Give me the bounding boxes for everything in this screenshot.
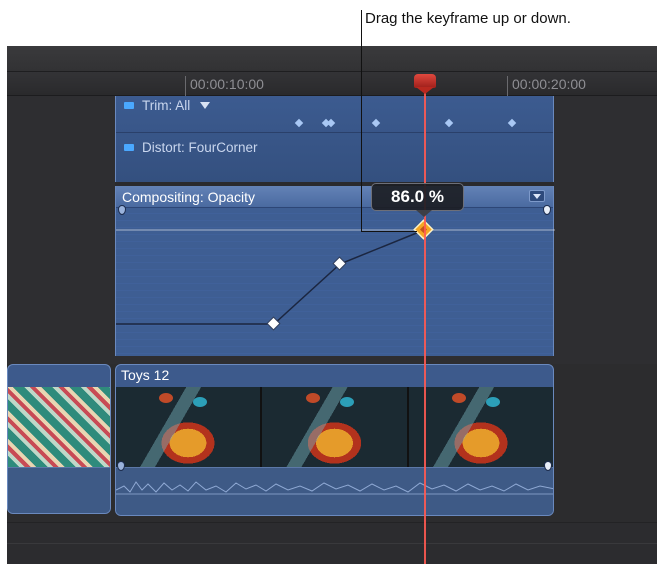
- tooltip-tail: [416, 210, 432, 217]
- filmstrip-frame: [408, 387, 553, 467]
- filmstrip-frame: [262, 387, 407, 467]
- clip-filmstrip: [116, 387, 553, 467]
- keyframe-icon[interactable]: [371, 118, 381, 128]
- keyframe-icon: [266, 316, 281, 331]
- ruler-tick: [185, 76, 186, 96]
- timeline-toolbar: [7, 46, 657, 72]
- clip-thumbnail: [8, 387, 110, 467]
- keyframe-icon[interactable]: [444, 118, 454, 128]
- keyframe-value-tooltip: 86.0 %: [371, 183, 464, 211]
- filmstrip-frame: [116, 387, 261, 467]
- lane-divider: [116, 132, 553, 133]
- callout-leader-line: [361, 231, 417, 232]
- callout-leader-line: [361, 10, 362, 232]
- clip-audio-waveform: [116, 467, 553, 515]
- playhead-icon[interactable]: [414, 74, 436, 88]
- waveform-graphic: [116, 481, 553, 495]
- lane-distort-label: Distort: FourCorner: [142, 140, 258, 155]
- opacity-curve: [116, 219, 555, 331]
- keyframe-icon[interactable]: [294, 118, 304, 128]
- keyframe-icon[interactable]: [326, 118, 336, 128]
- lane-trim-label: Trim: All: [142, 98, 191, 113]
- clip-previous[interactable]: [7, 364, 111, 514]
- playhead-tip: [416, 87, 434, 94]
- clip-audio-waveform: [8, 467, 110, 513]
- track-divider: [7, 543, 657, 544]
- opacity-lane: Compositing: Opacity: [115, 186, 555, 356]
- timeline-ruler[interactable]: 00:00:10:00 00:00:20:00: [7, 72, 657, 96]
- lane-color-icon: [124, 102, 134, 109]
- clip-toys-12[interactable]: Toys 12: [115, 364, 554, 516]
- clip-name: Toys 12: [121, 367, 170, 383]
- ruler-timecode: 00:00:20:00: [512, 76, 586, 92]
- empty-track-row: [7, 522, 657, 564]
- lane-color-icon: [124, 144, 134, 151]
- ruler-timecode: 00:00:10:00: [190, 76, 264, 92]
- lane-trim[interactable]: Trim: All: [124, 98, 211, 113]
- callout-area: Drag the keyframe up or down.: [0, 0, 657, 46]
- timeline-window: 00:00:10:00 00:00:20:00 Trim: All Distor…: [7, 46, 657, 564]
- playhead-line[interactable]: [424, 90, 426, 564]
- callout-text: Drag the keyframe up or down.: [365, 10, 571, 27]
- disclosure-triangle-icon[interactable]: [200, 102, 211, 109]
- video-animation-editor: Trim: All Distort: FourCorner: [115, 96, 554, 182]
- keyframe-icon[interactable]: [507, 118, 517, 128]
- lane-distort[interactable]: Distort: FourCorner: [124, 140, 258, 155]
- ruler-tick: [507, 76, 508, 96]
- opacity-curve-line: [116, 229, 425, 325]
